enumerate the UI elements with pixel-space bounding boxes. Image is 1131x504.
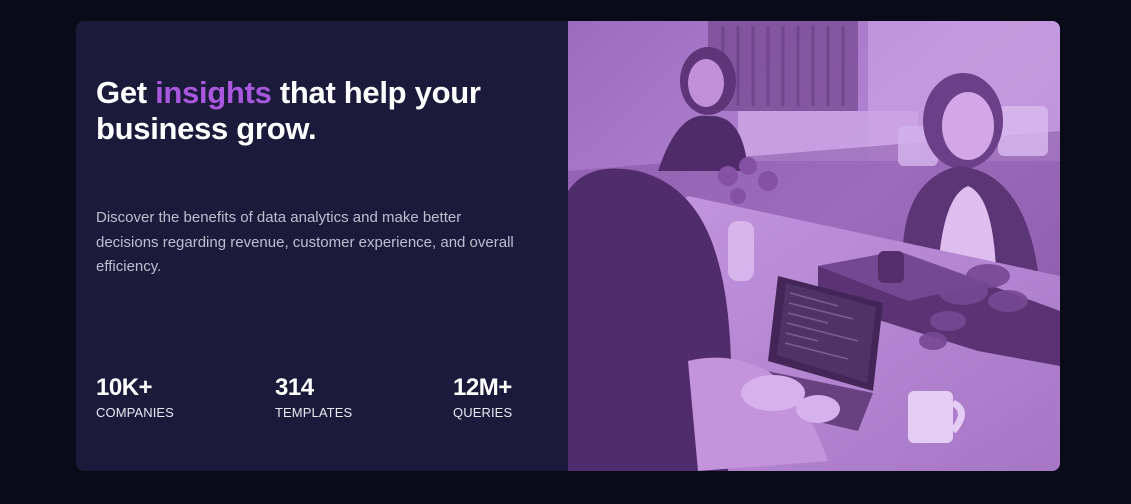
description-text: Discover the benefits of data analytics … xyxy=(96,209,514,275)
stat-value: 314 xyxy=(275,374,314,401)
stat-companies: 10K+ COMPANIES xyxy=(96,373,174,423)
stat-value: 10K+ xyxy=(96,374,153,401)
stat-templates: 314 TEMPLATES xyxy=(275,373,352,423)
office-team-photo xyxy=(568,21,1060,471)
title-prefix: Get xyxy=(96,75,156,110)
stat-queries: 12M+ QUERIES xyxy=(453,373,512,423)
stats-preview-card: Get insights that help your business gro… xyxy=(76,21,1060,471)
stat-value: 12M+ xyxy=(453,374,512,401)
stats-row: 10K+ COMPANIES 314 TEMPLATES 12M+ QUERIE… xyxy=(96,373,556,433)
title-accent: insights xyxy=(155,75,272,110)
stat-label: QUERIES xyxy=(453,405,513,420)
stat-label: TEMPLATES xyxy=(275,405,353,420)
card-content: Get insights that help your business gro… xyxy=(96,21,556,471)
page-title: Get insights that help your business gro… xyxy=(96,75,536,147)
stat-label: COMPANIES xyxy=(96,405,174,420)
photo-illustration xyxy=(568,21,1060,471)
